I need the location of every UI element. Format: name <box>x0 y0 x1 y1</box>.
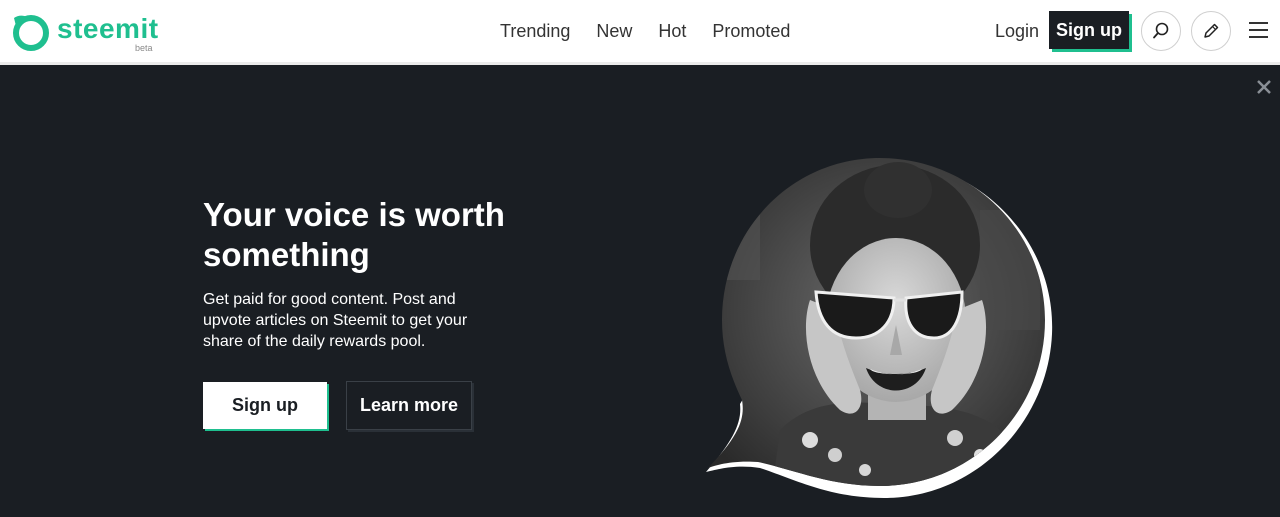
hero-photo <box>706 158 1053 498</box>
top-header: steemit beta Trending New Hot Promoted L… <box>0 0 1280 65</box>
hero-description: Get paid for good content. Post and upvo… <box>203 291 468 350</box>
signup-button-hero[interactable]: Sign up <box>203 382 327 429</box>
search-icon <box>1153 22 1169 39</box>
submit-story-button[interactable] <box>1191 11 1231 51</box>
hamburger-menu-icon <box>1249 22 1268 38</box>
signup-button-header[interactable]: Sign up <box>1049 11 1129 49</box>
nav-hot[interactable]: Hot <box>645 0 699 62</box>
search-button[interactable] <box>1141 11 1181 51</box>
learn-more-button[interactable]: Learn more <box>346 381 472 430</box>
login-link[interactable]: Login <box>995 0 1039 62</box>
hero-title: Your voice is worth something <box>203 196 505 273</box>
main-nav: Trending New Hot Promoted <box>487 0 803 65</box>
steemit-logo[interactable]: steemit beta <box>10 12 160 54</box>
brand-name: steemit <box>57 13 159 44</box>
pencil-icon <box>1204 23 1219 38</box>
steemit-logo-icon <box>13 15 49 51</box>
hamburger-menu-button[interactable] <box>1248 20 1270 40</box>
nav-new[interactable]: New <box>583 0 645 62</box>
nav-promoted[interactable]: Promoted <box>699 0 803 62</box>
nav-trending[interactable]: Trending <box>487 0 584 65</box>
brand-beta-tag: beta <box>135 43 153 53</box>
close-icon[interactable] <box>1255 78 1273 96</box>
header-divider <box>0 62 1280 65</box>
